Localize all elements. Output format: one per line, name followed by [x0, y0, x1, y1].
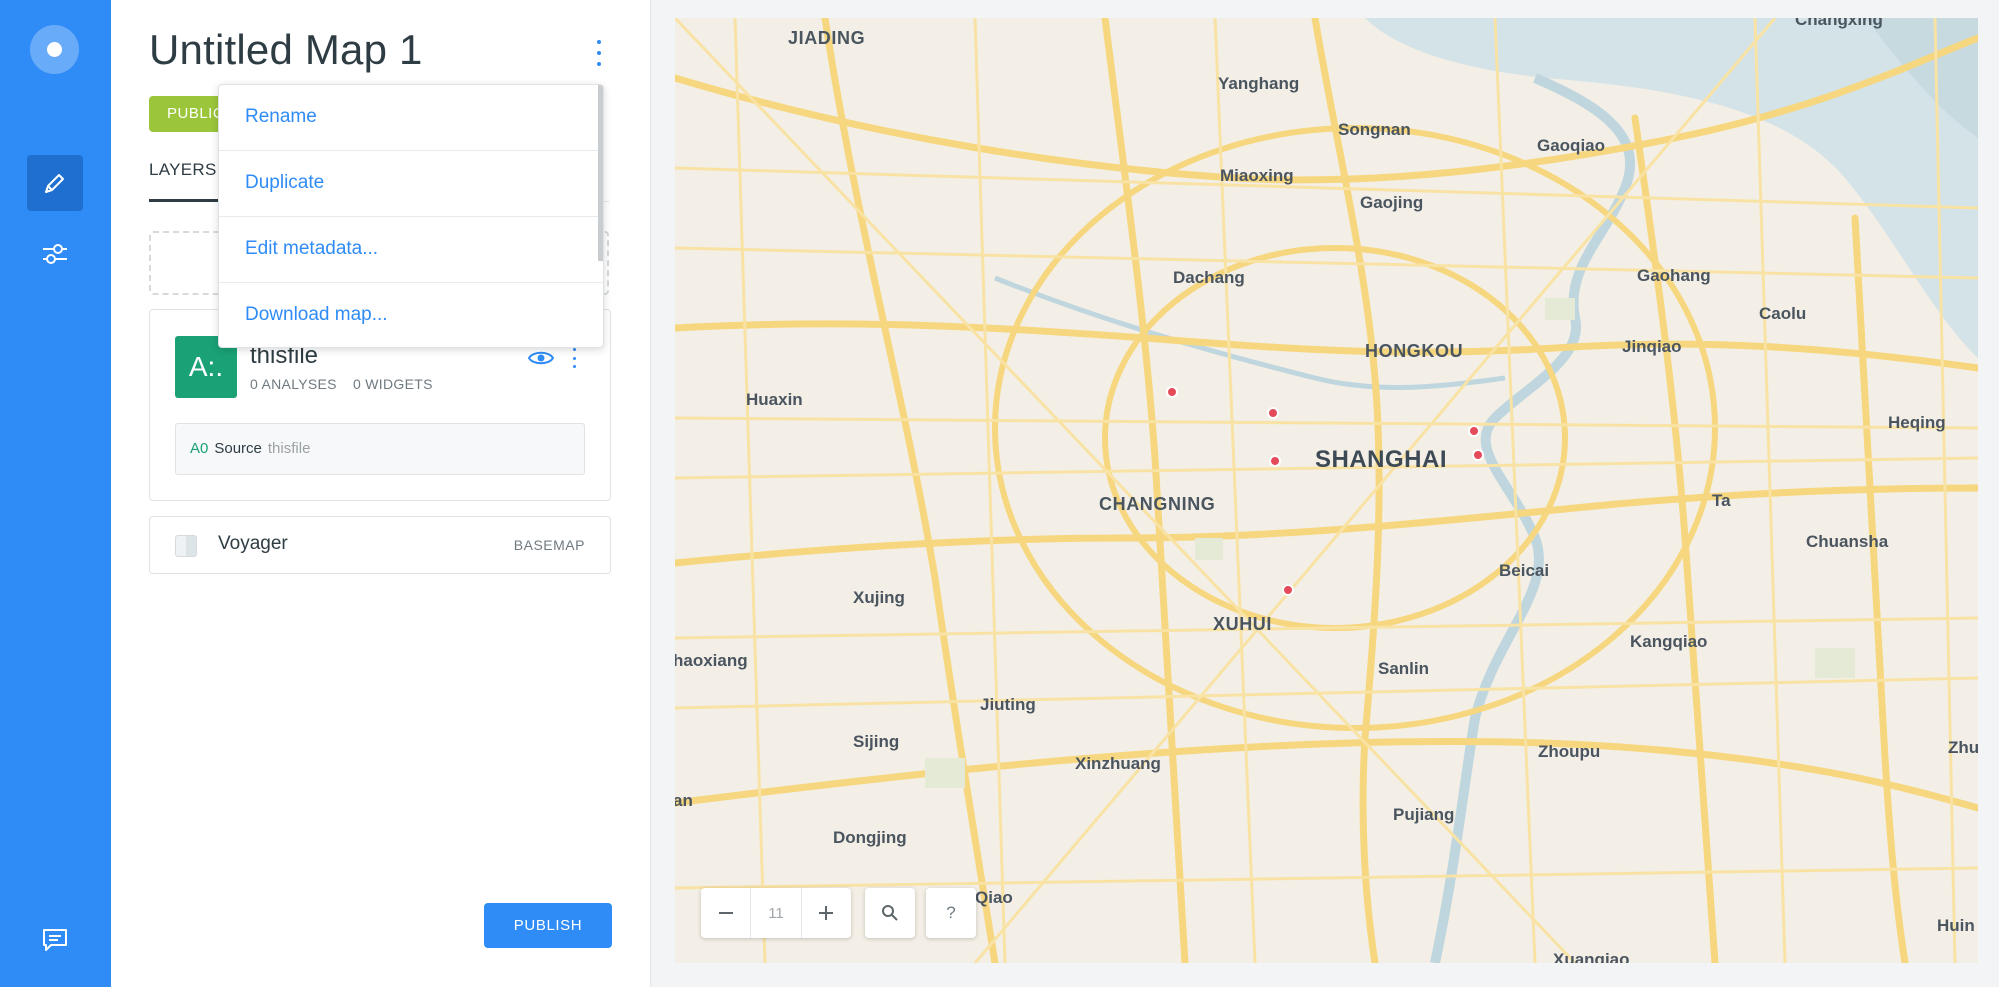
search-icon [882, 905, 898, 921]
map-label: Sanlin [1378, 659, 1430, 678]
layer-options-kebab-icon[interactable] [570, 348, 578, 368]
layer-meta: 0 ANALYSES 0 WIDGETS [250, 376, 433, 392]
map-label: Beicai [1499, 561, 1550, 580]
map-label: JIADING [788, 28, 866, 48]
minus-icon [718, 912, 733, 914]
map-label: Zhu [1948, 738, 1978, 757]
menu-item-duplicate[interactable]: Duplicate [219, 151, 603, 217]
map-label: Chuansha [1806, 532, 1889, 551]
tab-active-indicator [149, 199, 221, 202]
map-label: Kangqiao [1630, 632, 1708, 651]
map-help-button[interactable]: ? [926, 888, 976, 938]
map-label: Yanghang [1218, 74, 1300, 93]
map-label: Qiao [975, 888, 1013, 907]
basemap-tag: BASEMAP [513, 537, 585, 553]
map-label: Songnan [1338, 120, 1411, 139]
map-label: Jinqiao [1622, 337, 1682, 356]
map-label: Xinzhuang [1075, 754, 1161, 773]
map-basemap-graphic [675, 18, 1978, 963]
layer-analyses-count: 0 ANALYSES [250, 376, 337, 392]
map-label: Gaohang [1637, 266, 1711, 285]
map-title[interactable]: Untitled Map 1 [149, 26, 423, 74]
map-label: Gaoqiao [1537, 136, 1606, 155]
map-label: Gaojing [1360, 193, 1424, 212]
source-name: thisfile [267, 440, 311, 457]
map-label: Jiuting [980, 695, 1036, 714]
logo-icon[interactable] [30, 25, 79, 74]
tab-layers[interactable]: LAYERS [149, 160, 217, 180]
edit-pencil-icon[interactable] [27, 155, 83, 211]
menu-item-rename[interactable]: Rename [219, 85, 603, 151]
left-nav-rail [0, 0, 111, 987]
source-label: Source [214, 440, 262, 457]
menu-item-edit-metadata[interactable]: Edit metadata... [219, 217, 603, 283]
settings-sliders-icon[interactable] [27, 226, 83, 282]
menu-item-download-map[interactable]: Download map... [219, 283, 603, 347]
menu-scrollbar[interactable] [598, 85, 603, 261]
map-canvas[interactable]: JIADING Changxing Yanghang Songnan Gaoqi… [675, 18, 1978, 963]
basemap-thumbnail [175, 535, 197, 557]
zoom-level: 11 [750, 888, 802, 938]
publish-button[interactable]: PUBLISH [484, 903, 612, 948]
map-label: Dongjing [833, 828, 907, 847]
feedback-chat-icon[interactable] [30, 920, 80, 960]
plus-icon [819, 906, 834, 920]
visibility-eye-icon[interactable] [527, 348, 555, 368]
map-label: Xujing [853, 588, 905, 607]
map-label: Huin [1937, 916, 1975, 935]
map-label: Miaoxing [1220, 166, 1294, 185]
map-label: Heqing [1888, 413, 1946, 432]
map-label: an [675, 791, 693, 810]
map-label: Sijing [853, 732, 900, 751]
map-label: Pujiang [1393, 805, 1455, 824]
basemap-name: Voyager [218, 533, 288, 554]
zoom-control: 11 [701, 888, 851, 938]
map-label: Xuangiao [1553, 950, 1630, 963]
map-label: Dachang [1173, 268, 1245, 287]
map-label: Huaxin [746, 390, 803, 409]
map-label: haoxiang [675, 651, 748, 670]
map-label: CHANGNING [1099, 494, 1216, 514]
map-label: HONGKOU [1365, 341, 1464, 361]
basemap-card[interactable]: Voyager BASEMAP [149, 516, 611, 574]
map-options-kebab-icon[interactable] [589, 40, 609, 66]
map-label: Caolu [1759, 304, 1807, 323]
map-label: Ta [1712, 491, 1731, 510]
zoom-out-button[interactable] [701, 888, 750, 938]
map-label: XUHUI [1213, 614, 1273, 634]
map-search-button[interactable] [865, 888, 915, 938]
map-label: Zhoupu [1538, 742, 1601, 761]
layer-widgets-count: 0 WIDGETS [353, 376, 433, 392]
layer-source-row[interactable]: A0 Source thisfile [175, 423, 585, 475]
zoom-in-button[interactable] [802, 888, 851, 938]
map-label: SHANGHAI [1315, 446, 1448, 473]
map-options-menu: Rename Duplicate Edit metadata... Downlo… [218, 84, 604, 348]
source-id: A0 [190, 440, 209, 457]
map-label: Changxing [1795, 18, 1883, 29]
